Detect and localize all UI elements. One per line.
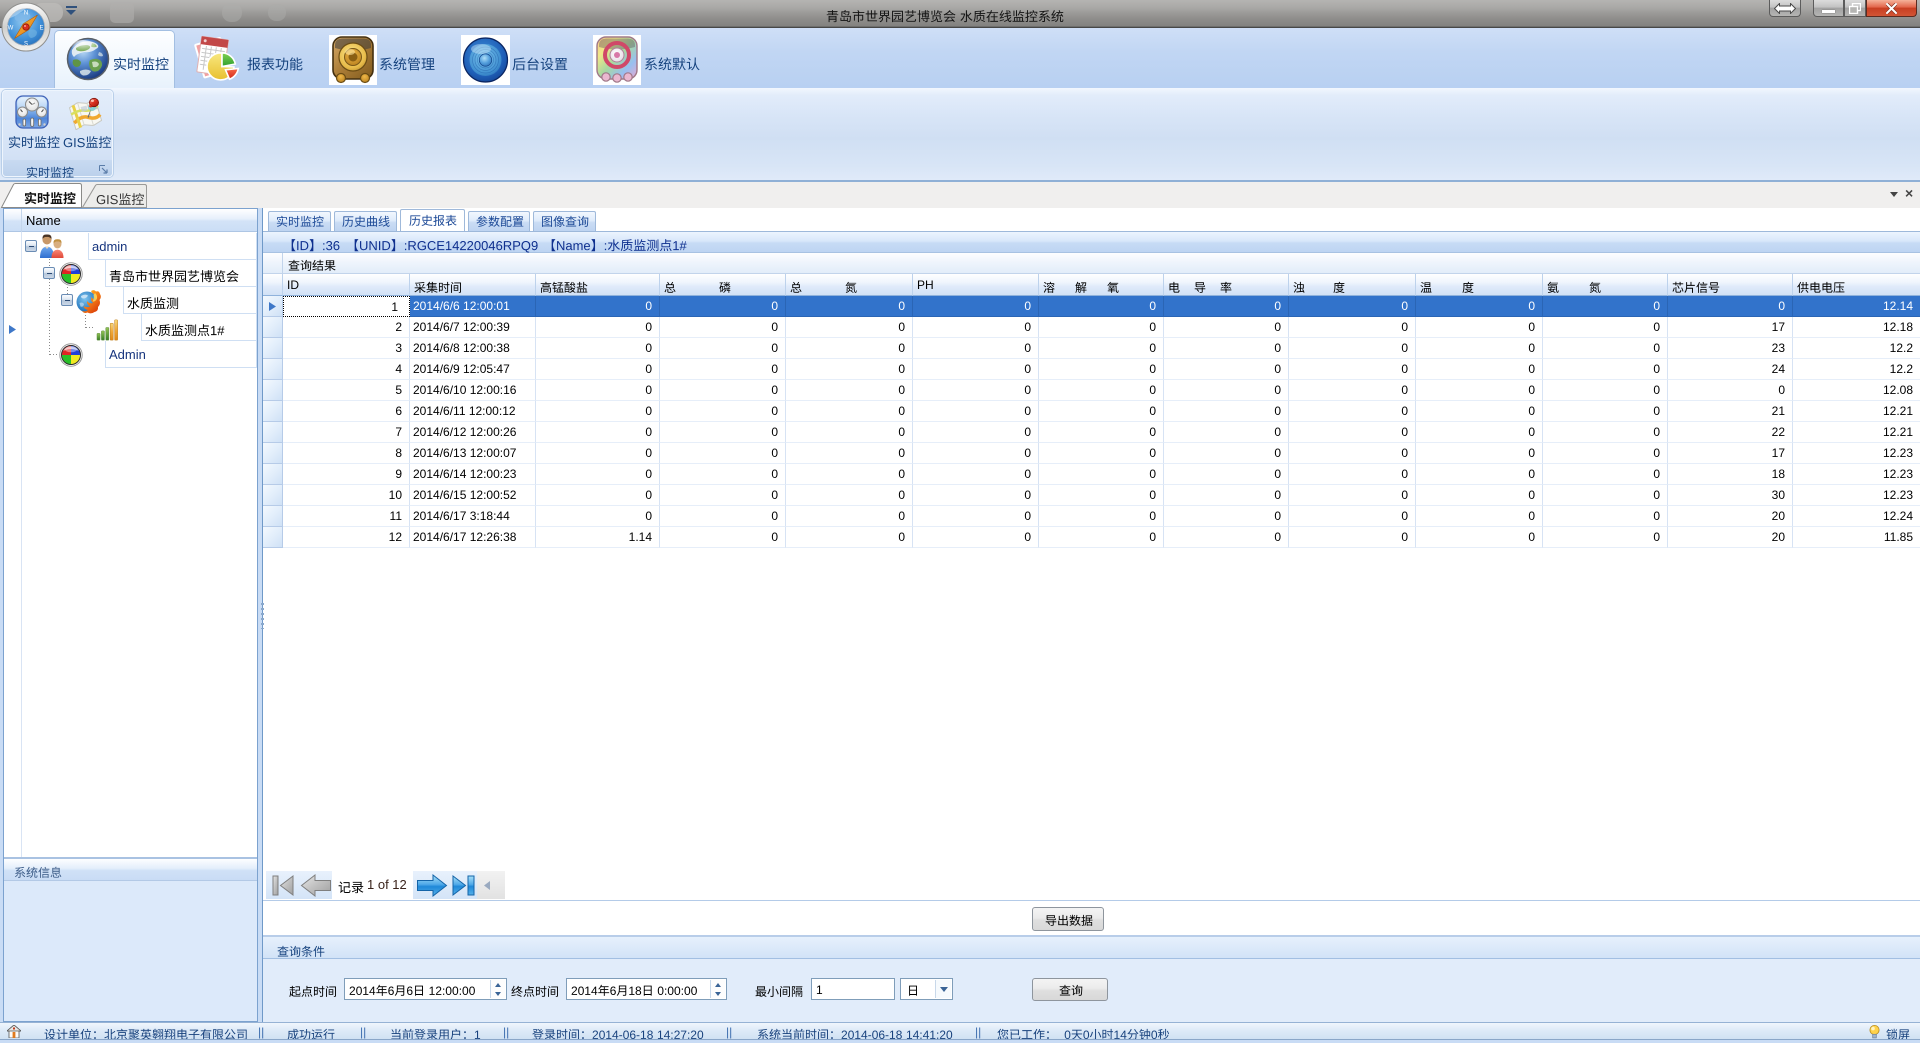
- svg-text:N: N: [24, 10, 28, 16]
- svg-text:W: W: [8, 26, 14, 32]
- svg-text:E: E: [39, 26, 43, 32]
- svg-text:S: S: [24, 42, 28, 48]
